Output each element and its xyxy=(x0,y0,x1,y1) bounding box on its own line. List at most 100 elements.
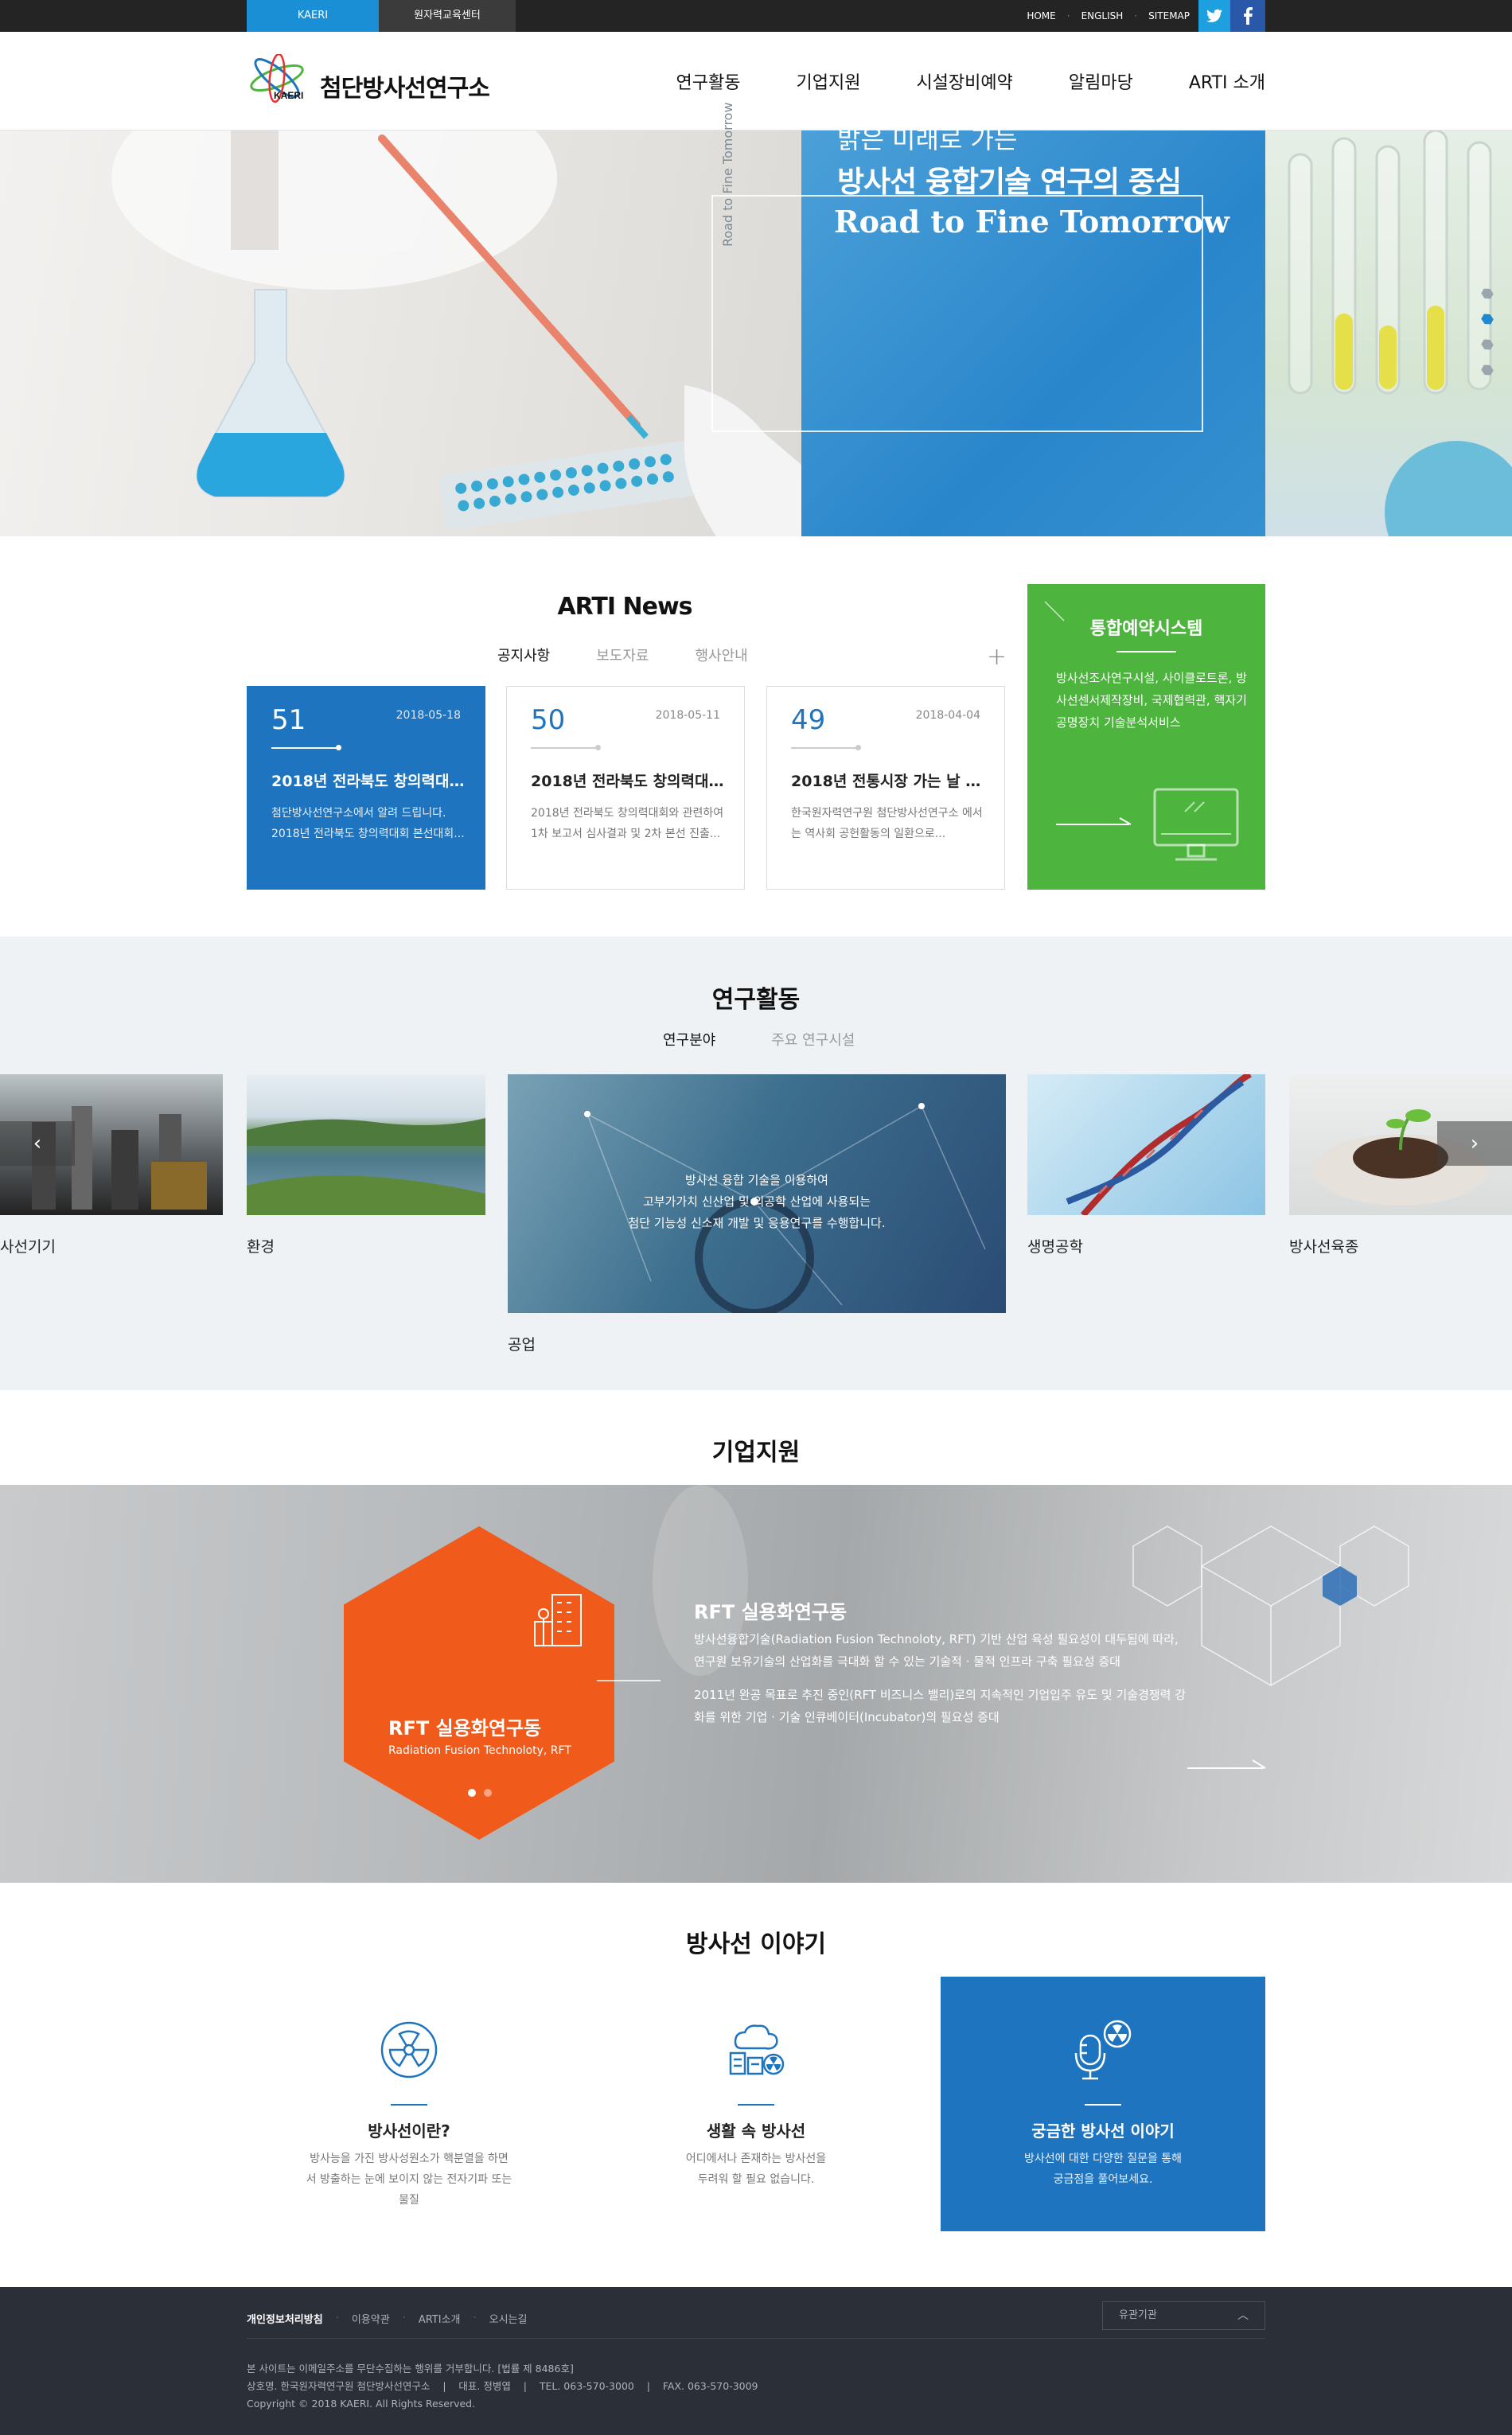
news-number: 50 xyxy=(531,704,566,736)
story-title: 궁금한 방사선 이야기 xyxy=(1031,2121,1175,2141)
reservation-title: 통합예약시스템 xyxy=(1089,619,1203,639)
news-title: 2018년 전라북도 창의력대회... xyxy=(271,773,470,790)
research-image-environment[interactable] xyxy=(247,1074,485,1215)
nav-enterprise[interactable]: 기업지원 xyxy=(796,68,860,94)
news-title: 2018년 전통시장 가는 날 행사... xyxy=(791,773,990,790)
hero-dot-4[interactable] xyxy=(1479,362,1494,377)
research-label[interactable]: 공업 xyxy=(508,1333,536,1354)
news-number: 51 xyxy=(271,704,306,736)
separator: · xyxy=(1066,10,1070,21)
reservation-description: 방사선조사연구시설, 사이클로트론, 방사선센서제작장비, 국제협력관, 핵자기… xyxy=(1056,671,1247,730)
hexagon-title: RFT 실용화연구동 xyxy=(388,1717,542,1740)
tab-press[interactable]: 보도자료 xyxy=(596,645,649,665)
story-title: 생활 속 방사선 xyxy=(706,2121,806,2141)
footer-info: 본 사이트는 이메일주소를 무단수집하는 행위를 거부합니다. [법률 제 84… xyxy=(247,2360,758,2413)
dna-illustration xyxy=(1066,1074,1252,1215)
description-line: 첨단 기능성 신소재 개발 및 응용연구를 수행합니다. xyxy=(628,1216,886,1230)
hexagon-subtitle: Radiation Fusion Technoloty, RFT xyxy=(388,1744,571,1757)
radiation-icon xyxy=(380,2021,438,2079)
arrow-right-icon xyxy=(1056,817,1132,825)
news-summary: 2018년 전라북도 창의력대회와 관련하여 1차 보고서 심사결과 및 2차 … xyxy=(531,807,724,840)
carousel-next-button[interactable]: › xyxy=(1437,1121,1512,1166)
terms-link[interactable]: 이용약관 xyxy=(352,2311,390,2326)
news-card[interactable]: 50 2018-05-11 2018년 전라북도 창의력대회... 2018년 … xyxy=(506,686,745,890)
pagination-dot[interactable] xyxy=(468,1789,476,1797)
research-section: 연구활동 연구분야 주요 연구시설 사선기기 환경 공업 생명공학 방사선육종 … xyxy=(0,937,1512,1390)
story-card[interactable]: 생활 속 방사선 어디에서나 존재하는 방사선을 두려워 할 필요 없습니다. xyxy=(594,1977,918,2231)
research-label[interactable]: 생명공학 xyxy=(1027,1235,1083,1256)
tab-events[interactable]: 행사안내 xyxy=(696,645,748,665)
english-link[interactable]: ENGLISH xyxy=(1081,10,1124,21)
news-date: 2018-05-18 xyxy=(396,709,461,722)
hero-slogan: Road to Fine Tomorrow xyxy=(834,204,1229,240)
tab-kaeri[interactable]: KAERI xyxy=(247,0,379,32)
email-policy-notice: 본 사이트는 이메일주소를 무단수집하는 행위를 거부합니다. [법률 제 84… xyxy=(247,2363,574,2375)
nav-notice[interactable]: 알림마당 xyxy=(1069,68,1133,94)
facebook-icon[interactable] xyxy=(1230,0,1265,32)
connector-line xyxy=(597,1680,661,1681)
hero-dot-1[interactable] xyxy=(1479,286,1494,301)
microphone-radiation-icon xyxy=(1074,2020,1132,2080)
nav-research[interactable]: 연구활동 xyxy=(676,68,741,94)
kaeri-logo-icon: KAERI xyxy=(250,53,304,103)
more-plus-icon[interactable]: + xyxy=(987,643,1007,671)
pagination-dot[interactable] xyxy=(484,1789,492,1797)
related-sites-select[interactable]: 유관기관 ︿ xyxy=(1102,2301,1265,2330)
divider xyxy=(531,745,601,750)
divider xyxy=(1085,2104,1121,2106)
hero-pagination xyxy=(1482,288,1493,390)
divider xyxy=(1116,651,1176,653)
tab-major-facilities[interactable]: 주요 연구시설 xyxy=(771,1029,855,1050)
hero-dot-2[interactable] xyxy=(1479,311,1494,326)
research-label[interactable]: 방사선육종 xyxy=(1289,1235,1358,1256)
hero-vertical-caption: Road to Fine Tomorrow xyxy=(720,102,735,247)
enterprise-paragraph: 방사선융합기술(Radiation Fusion Technoloty, RFT… xyxy=(694,1632,1179,1669)
privacy-policy-link[interactable]: 개인정보처리방침 xyxy=(247,2311,323,2326)
utility-links: HOME · ENGLISH · SITEMAP xyxy=(1027,0,1190,32)
chevron-up-icon: ︿ xyxy=(1237,2309,1249,2322)
research-label[interactable]: 사선기기 xyxy=(0,1235,56,1256)
tab-notices[interactable]: 공지사항 xyxy=(497,645,550,665)
top-utility-bar: KAERI 원자력교육센터 HOME · ENGLISH · SITEMAP xyxy=(0,0,1512,32)
site-footer: 개인정보처리방침 · 이용약관 · ARTI소개 · 오시는길 유관기관 ︿ 본… xyxy=(0,2287,1512,2435)
about-arti-link[interactable]: ARTI소개 xyxy=(419,2311,461,2326)
separator: · xyxy=(402,2312,406,2324)
tab-education-center[interactable]: 원자력교육센터 xyxy=(379,0,516,32)
reservation-system-banner[interactable]: 통합예약시스템 방사선조사연구시설, 사이클로트론, 방사선센서제작장비, 국제… xyxy=(1027,584,1265,890)
river-illustration xyxy=(247,1118,485,1215)
hero-subheading: 밝은 미래로 가는 xyxy=(837,124,1018,154)
divider xyxy=(738,2104,774,2106)
news-tabs: 공지사항 보도자료 행사안내 xyxy=(497,645,748,665)
research-label[interactable]: 환경 xyxy=(247,1235,275,1256)
enterprise-heading: RFT 실용화연구동 xyxy=(694,1601,848,1623)
separator: · xyxy=(335,2312,339,2324)
copyright: Copyright © 2018 KAERI. All Rights Reser… xyxy=(247,2398,476,2410)
research-image-biotech[interactable] xyxy=(1027,1074,1265,1215)
hero-test-tubes-image xyxy=(1265,131,1512,536)
main-navigation: 연구활동 기업지원 시설장비예약 알림마당 ARTI 소개 xyxy=(676,32,1266,131)
tab-research-fields[interactable]: 연구분야 xyxy=(663,1029,715,1050)
hero-heading: 방사선 융합기술 연구의 중심 xyxy=(837,165,1182,199)
company-info: 상호명. 한국원자력연구원 첨단방사선연구소 | 대표. 정병엽 | TEL. … xyxy=(247,2380,758,2392)
related-sites-label: 유관기관 xyxy=(1119,2309,1157,2321)
news-card[interactable]: 51 2018-05-18 2018년 전라북도 창의력대회... 첨단방사선연… xyxy=(247,686,485,890)
story-description: 방사능을 가진 방사성원소가 핵분열을 하면서 방출하는 눈에 보이지 않는 전… xyxy=(306,2153,512,2207)
hero-banner xyxy=(0,131,1512,536)
twitter-icon[interactable] xyxy=(1198,0,1230,32)
nav-facility-reservation[interactable]: 시설장비예약 xyxy=(916,68,1012,94)
story-card[interactable]: 방사선이란? 방사능을 가진 방사성원소가 핵분열을 하면서 방출하는 눈에 보… xyxy=(247,1977,571,2231)
nav-about-arti[interactable]: ARTI 소개 xyxy=(1189,68,1265,94)
carousel-prev-button[interactable]: ‹ xyxy=(0,1121,75,1166)
arrow-right-icon[interactable] xyxy=(1187,1757,1267,1773)
home-link[interactable]: HOME xyxy=(1027,10,1055,21)
hero-dot-3[interactable] xyxy=(1479,337,1494,352)
news-card[interactable]: 49 2018-04-04 2018년 전통시장 가는 날 행사... 한국원자… xyxy=(766,686,1005,890)
directions-link[interactable]: 오시는길 xyxy=(489,2311,528,2326)
news-section-title: ARTI News xyxy=(557,593,692,621)
test-tube-illustration xyxy=(1288,131,1512,536)
hero-lab-image xyxy=(0,131,801,536)
sitemap-link[interactable]: SITEMAP xyxy=(1148,10,1190,21)
site-logo[interactable]: KAERI 첨단방사선연구소 xyxy=(247,53,501,110)
divider xyxy=(391,2104,427,2106)
story-card[interactable]: 궁금한 방사선 이야기 방사선에 대한 다양한 질문을 통해 궁금점을 풀어보세… xyxy=(941,1977,1265,2231)
